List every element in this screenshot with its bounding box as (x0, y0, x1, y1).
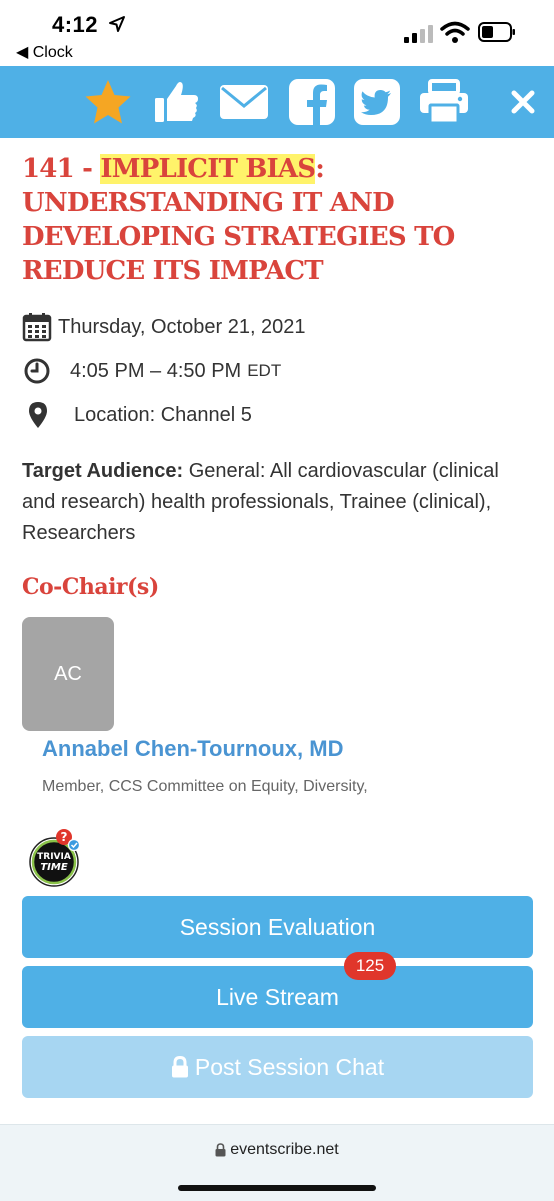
trivia-question-mark: ? (61, 830, 68, 844)
session-time-row: 4:05 PM – 4:50 PM EDT (22, 354, 281, 388)
email-share-button[interactable] (218, 76, 270, 128)
share-toolbar (0, 66, 554, 138)
home-indicator[interactable] (178, 1185, 376, 1191)
location-arrow-icon (109, 16, 125, 32)
session-location-row: Location: Channel 5 (22, 398, 252, 432)
star-icon (85, 80, 131, 124)
back-to-app-link[interactable]: ◀ Clock (16, 42, 73, 62)
live-stream-label: Live Stream (216, 983, 339, 1010)
close-button[interactable] (498, 76, 548, 128)
facebook-share-button[interactable] (286, 76, 338, 128)
target-audience-label: Target Audience: (22, 460, 184, 482)
trivia-line2: TIME (40, 862, 67, 873)
calendar-icon (22, 313, 52, 342)
url-text: eventscribe.net (230, 1141, 339, 1158)
trivia-time-icon: TRIVIA TIME ? (29, 829, 81, 887)
session-detail: 141 - IMPLICIT BIAS: UNDERSTANDING IT AN… (22, 140, 537, 1098)
trivia-time-badge[interactable]: TRIVIA TIME ? (26, 828, 86, 888)
avatar[interactable]: AC (22, 617, 114, 731)
lock-icon (171, 1056, 188, 1078)
speaker-name-link[interactable]: Annabel Chen-Tournoux, MD (42, 736, 343, 762)
clock-icon (24, 358, 50, 384)
like-button[interactable] (150, 76, 202, 128)
post-session-chat-label: Post Session Chat (194, 1053, 385, 1080)
wifi-icon (440, 21, 470, 43)
session-number: 141 - (22, 154, 101, 184)
session-evaluation-button[interactable]: Session Evaluation (22, 896, 533, 958)
trivia-line1: TRIVIA (37, 852, 71, 862)
envelope-icon (220, 85, 268, 119)
cellular-signal-icon (404, 25, 433, 43)
cochairs-heading: Co-Chair(s) (22, 574, 159, 600)
thumbs-up-icon (155, 82, 198, 122)
browser-url-bar[interactable]: eventscribe.net (0, 1124, 554, 1201)
printer-icon (420, 79, 468, 125)
session-evaluation-label: Session Evaluation (179, 913, 376, 940)
live-stream-count-badge: 125 (344, 952, 396, 980)
padlock-icon (215, 1143, 226, 1157)
title-highlight: IMPLICIT BIAS (100, 154, 316, 184)
url-display[interactable]: eventscribe.net (0, 1141, 554, 1159)
facebook-icon (289, 79, 335, 125)
session-date-row: Thursday, October 21, 2021 (22, 310, 306, 344)
battery-icon (478, 22, 515, 42)
status-time: 4:12 (52, 12, 99, 37)
status-bar: 4:12 ◀ Clock (0, 0, 554, 66)
live-stream-button[interactable]: Live Stream 125 (22, 952, 533, 1028)
session-time: 4:05 PM – 4:50 PM (70, 359, 242, 382)
session-date: Thursday, October 21, 2021 (58, 315, 306, 338)
session-timezone: EDT (247, 361, 282, 380)
avatar-initials: AC (54, 662, 82, 685)
map-pin-icon (29, 402, 47, 428)
twitter-share-button[interactable] (351, 76, 403, 128)
session-title: 141 - IMPLICIT BIAS: UNDERSTANDING IT AN… (22, 152, 537, 288)
close-icon (511, 90, 535, 114)
speaker-role: Member, CCS Committee on Equity, Diversi… (42, 778, 368, 795)
post-session-chat-button: Post Session Chat (22, 1036, 533, 1098)
session-location: Location: Channel 5 (74, 403, 252, 426)
twitter-icon (354, 79, 400, 125)
print-button[interactable] (418, 76, 470, 128)
target-audience: Target Audience: General: All cardiovasc… (22, 456, 537, 549)
favorite-button[interactable] (82, 76, 134, 128)
